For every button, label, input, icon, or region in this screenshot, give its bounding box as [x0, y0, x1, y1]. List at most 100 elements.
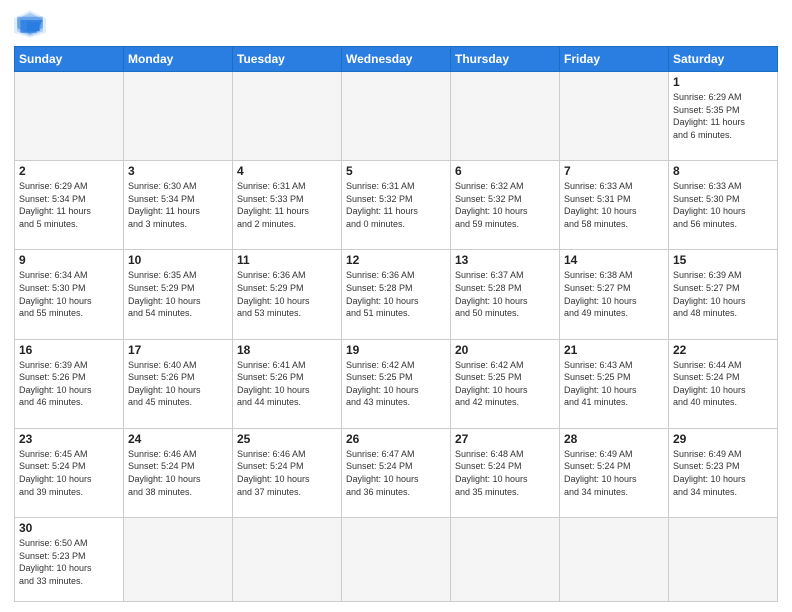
calendar-cell: [233, 518, 342, 602]
calendar-cell: 9Sunrise: 6:34 AM Sunset: 5:30 PM Daylig…: [15, 250, 124, 339]
day-info: Sunrise: 6:48 AM Sunset: 5:24 PM Dayligh…: [455, 448, 555, 498]
day-info: Sunrise: 6:38 AM Sunset: 5:27 PM Dayligh…: [564, 269, 664, 319]
calendar-cell: 28Sunrise: 6:49 AM Sunset: 5:24 PM Dayli…: [560, 428, 669, 517]
day-number: 19: [346, 343, 446, 357]
calendar-cell: [124, 518, 233, 602]
day-number: 9: [19, 253, 119, 267]
calendar-cell: 6 Sunrise: 6:32 AM Sunset: 5:32 PM Daylig…: [451, 161, 560, 250]
calendar-cell: 10 Sunrise: 6:35 AM Sunset: 5:29 PM Dayli…: [124, 250, 233, 339]
calendar-cell: 3Sunrise: 6:30 AM Sunset: 5:34 PM Daylig…: [124, 161, 233, 250]
week-row-6: 30Sunrise: 6:50 AM Sunset: 5:23 PM Dayli…: [15, 518, 778, 602]
calendar-cell: 15 Sunrise: 6:39 AM Sunset: 5:27 PM Dayli…: [669, 250, 778, 339]
day-info: Sunrise: 6:42 AM Sunset: 5:25 PM Dayligh…: [455, 359, 555, 409]
day-info: Sunrise: 6:46 AM Sunset: 5:24 PM Dayligh…: [128, 448, 228, 498]
calendar-cell: 30Sunrise: 6:50 AM Sunset: 5:23 PM Dayli…: [15, 518, 124, 602]
calendar-cell: 4Sunrise: 6:31 AM Sunset: 5:33 PM Daylig…: [233, 161, 342, 250]
calendar-cell: [451, 72, 560, 161]
day-info: Sunrise: 6:44 AM Sunset: 5:24 PM Dayligh…: [673, 359, 773, 409]
day-number: 7: [564, 164, 664, 178]
calendar-cell: 2Sunrise: 6:29 AM Sunset: 5:34 PM Daylig…: [15, 161, 124, 250]
day-number: 14: [564, 253, 664, 267]
week-row-5: 23 Sunrise: 6:45 AM Sunset: 5:24 PM Dayli…: [15, 428, 778, 517]
day-info: Sunrise: 6:37 AM Sunset: 5:28 PM Dayligh…: [455, 269, 555, 319]
weekday-header-friday: Friday: [560, 47, 669, 72]
calendar-cell: 13Sunrise: 6:37 AM Sunset: 5:28 PM Dayli…: [451, 250, 560, 339]
weekday-header-saturday: Saturday: [669, 47, 778, 72]
day-number: 1: [673, 75, 773, 89]
calendar-cell: 14 Sunrise: 6:38 AM Sunset: 5:27 PM Dayli…: [560, 250, 669, 339]
day-number: 27: [455, 432, 555, 446]
day-number: 3: [128, 164, 228, 178]
calendar-cell: 23 Sunrise: 6:45 AM Sunset: 5:24 PM Dayli…: [15, 428, 124, 517]
day-number: 26: [346, 432, 446, 446]
calendar-cell: [15, 72, 124, 161]
week-row-3: 9Sunrise: 6:34 AM Sunset: 5:30 PM Daylig…: [15, 250, 778, 339]
calendar-cell: [560, 518, 669, 602]
page: SundayMondayTuesdayWednesdayThursdayFrid…: [0, 0, 792, 612]
day-info: Sunrise: 6:42 AM Sunset: 5:25 PM Dayligh…: [346, 359, 446, 409]
calendar-cell: 12Sunrise: 6:36 AM Sunset: 5:28 PM Dayli…: [342, 250, 451, 339]
calendar-cell: 22 Sunrise: 6:44 AM Sunset: 5:24 PM Dayli…: [669, 339, 778, 428]
day-number: 25: [237, 432, 337, 446]
weekday-header-tuesday: Tuesday: [233, 47, 342, 72]
weekday-header-sunday: Sunday: [15, 47, 124, 72]
day-number: 12: [346, 253, 446, 267]
calendar-cell: [560, 72, 669, 161]
general-blue-icon: [14, 10, 46, 38]
day-info: Sunrise: 6:31 AM Sunset: 5:32 PM Dayligh…: [346, 180, 446, 230]
day-number: 24: [128, 432, 228, 446]
calendar-cell: 17Sunrise: 6:40 AM Sunset: 5:26 PM Dayli…: [124, 339, 233, 428]
calendar-table: SundayMondayTuesdayWednesdayThursdayFrid…: [14, 46, 778, 602]
calendar-cell: 26 Sunrise: 6:47 AM Sunset: 5:24 PM Dayli…: [342, 428, 451, 517]
week-row-1: 1 Sunrise: 6:29 AM Sunset: 5:35 PM Daylig…: [15, 72, 778, 161]
day-number: 10: [128, 253, 228, 267]
day-info: Sunrise: 6:43 AM Sunset: 5:25 PM Dayligh…: [564, 359, 664, 409]
calendar-cell: [342, 72, 451, 161]
day-number: 22: [673, 343, 773, 357]
day-number: 15: [673, 253, 773, 267]
day-number: 11: [237, 253, 337, 267]
calendar-cell: 19 Sunrise: 6:42 AM Sunset: 5:25 PM Dayli…: [342, 339, 451, 428]
calendar-cell: [669, 518, 778, 602]
calendar-cell: 8Sunrise: 6:33 AM Sunset: 5:30 PM Daylig…: [669, 161, 778, 250]
calendar-cell: 21Sunrise: 6:43 AM Sunset: 5:25 PM Dayli…: [560, 339, 669, 428]
day-info: Sunrise: 6:46 AM Sunset: 5:24 PM Dayligh…: [237, 448, 337, 498]
day-number: 23: [19, 432, 119, 446]
day-number: 4: [237, 164, 337, 178]
day-number: 16: [19, 343, 119, 357]
day-info: Sunrise: 6:49 AM Sunset: 5:24 PM Dayligh…: [564, 448, 664, 498]
day-info: Sunrise: 6:47 AM Sunset: 5:24 PM Dayligh…: [346, 448, 446, 498]
day-number: 18: [237, 343, 337, 357]
week-row-4: 16Sunrise: 6:39 AM Sunset: 5:26 PM Dayli…: [15, 339, 778, 428]
day-info: Sunrise: 6:32 AM Sunset: 5:32 PM Dayligh…: [455, 180, 555, 230]
day-number: 8: [673, 164, 773, 178]
day-info: Sunrise: 6:40 AM Sunset: 5:26 PM Dayligh…: [128, 359, 228, 409]
calendar-cell: 20 Sunrise: 6:42 AM Sunset: 5:25 PM Dayli…: [451, 339, 560, 428]
day-info: Sunrise: 6:35 AM Sunset: 5:29 PM Dayligh…: [128, 269, 228, 319]
day-info: Sunrise: 6:29 AM Sunset: 5:34 PM Dayligh…: [19, 180, 119, 230]
header: [14, 10, 778, 38]
day-info: Sunrise: 6:45 AM Sunset: 5:24 PM Dayligh…: [19, 448, 119, 498]
day-number: 5: [346, 164, 446, 178]
day-number: 20: [455, 343, 555, 357]
calendar-cell: 1 Sunrise: 6:29 AM Sunset: 5:35 PM Daylig…: [669, 72, 778, 161]
calendar-cell: 24 Sunrise: 6:46 AM Sunset: 5:24 PM Dayli…: [124, 428, 233, 517]
day-number: 29: [673, 432, 773, 446]
week-row-2: 2Sunrise: 6:29 AM Sunset: 5:34 PM Daylig…: [15, 161, 778, 250]
calendar-cell: [451, 518, 560, 602]
calendar-cell: 7 Sunrise: 6:33 AM Sunset: 5:31 PM Daylig…: [560, 161, 669, 250]
weekday-header-thursday: Thursday: [451, 47, 560, 72]
day-info: Sunrise: 6:39 AM Sunset: 5:27 PM Dayligh…: [673, 269, 773, 319]
day-info: Sunrise: 6:33 AM Sunset: 5:31 PM Dayligh…: [564, 180, 664, 230]
weekday-header-monday: Monday: [124, 47, 233, 72]
day-info: Sunrise: 6:49 AM Sunset: 5:23 PM Dayligh…: [673, 448, 773, 498]
calendar-cell: 18 Sunrise: 6:41 AM Sunset: 5:26 PM Dayli…: [233, 339, 342, 428]
day-info: Sunrise: 6:36 AM Sunset: 5:29 PM Dayligh…: [237, 269, 337, 319]
calendar-cell: 16Sunrise: 6:39 AM Sunset: 5:26 PM Dayli…: [15, 339, 124, 428]
calendar-cell: 11 Sunrise: 6:36 AM Sunset: 5:29 PM Dayli…: [233, 250, 342, 339]
day-info: Sunrise: 6:29 AM Sunset: 5:35 PM Dayligh…: [673, 91, 773, 141]
day-number: 30: [19, 521, 119, 535]
day-info: Sunrise: 6:41 AM Sunset: 5:26 PM Dayligh…: [237, 359, 337, 409]
weekday-header-row: SundayMondayTuesdayWednesdayThursdayFrid…: [15, 47, 778, 72]
day-number: 6: [455, 164, 555, 178]
